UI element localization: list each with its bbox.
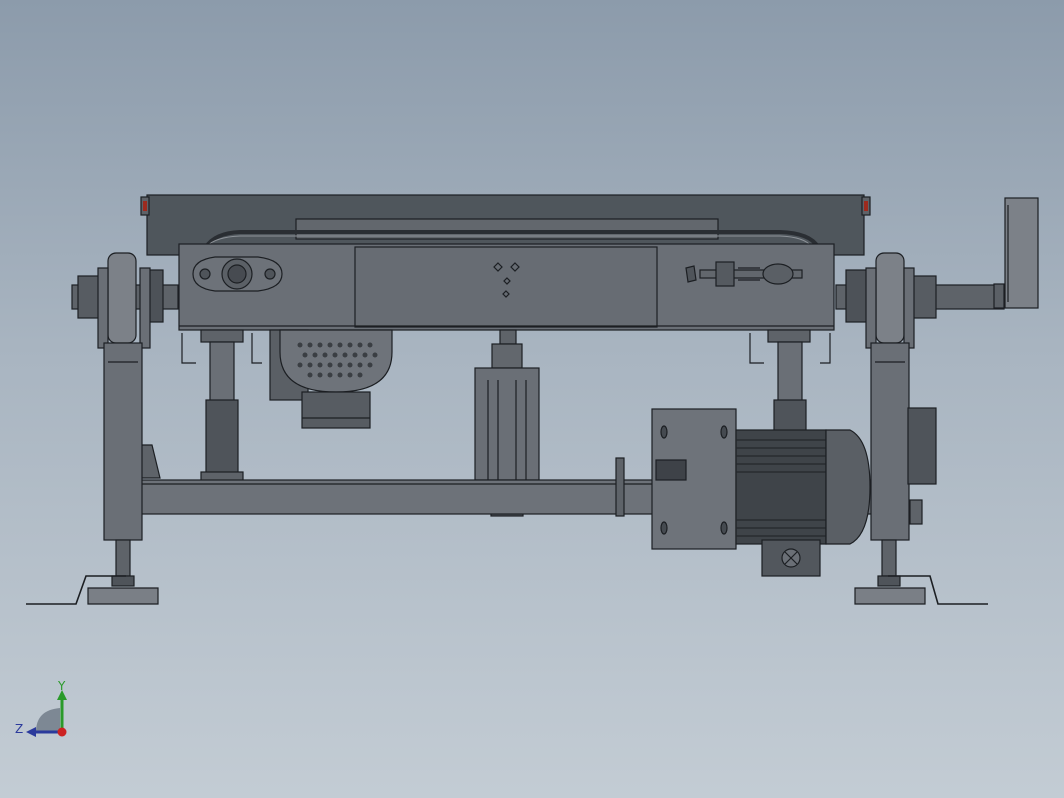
- column-clip: [251, 333, 262, 364]
- triad-plane: [36, 708, 60, 732]
- motor-body: [735, 429, 827, 545]
- right-foot-pad: [854, 587, 926, 605]
- shaft-end: [227, 264, 247, 284]
- right-collar: [911, 275, 937, 319]
- right-foot-nut: [877, 575, 901, 587]
- control-bracket: [909, 499, 923, 525]
- column-rod: [209, 341, 235, 403]
- triad-z-label: Z: [15, 722, 24, 736]
- bolt-hole-icon: [264, 268, 276, 280]
- right-hub: [845, 269, 869, 323]
- right-bracket: [865, 267, 877, 349]
- control-box: [907, 407, 937, 485]
- hex-nut-icon: [685, 265, 697, 283]
- bolt-hole-icon: [199, 268, 211, 280]
- left-roller-assembly[interactable]: [71, 252, 179, 349]
- slot-hole-icon: [720, 425, 728, 439]
- motor-end-cap: [825, 429, 871, 545]
- right-wheel: [875, 252, 905, 344]
- x-axis-dot-icon: [57, 727, 67, 737]
- left-bracket: [139, 267, 151, 349]
- cad-model[interactable]: [0, 0, 1064, 798]
- left-foot-nut: [111, 575, 135, 587]
- right-indicator: [864, 201, 868, 211]
- housing-panel: [354, 246, 658, 328]
- flange-bearing[interactable]: [192, 256, 283, 292]
- left-gusset: [139, 444, 161, 479]
- slot-hole-icon: [660, 521, 668, 535]
- motor-fan-cover: [279, 329, 393, 393]
- triad-y-label: Y: [58, 679, 66, 693]
- column-cylinder: [205, 399, 239, 475]
- column-top-plate: [767, 329, 811, 343]
- column-clip: [181, 333, 196, 364]
- right-bracket: [903, 267, 915, 349]
- left-leg[interactable]: [26, 342, 159, 605]
- handwheel-nut: [993, 283, 1005, 309]
- left-foot-screw: [115, 539, 131, 577]
- coupling: [655, 459, 687, 481]
- slot-hole-icon: [720, 521, 728, 535]
- z-arrowhead-icon: [26, 727, 36, 737]
- right-foot-screw: [881, 539, 897, 577]
- gear-motor[interactable]: [269, 329, 393, 429]
- column-top-plate: [200, 329, 244, 343]
- left-collar: [77, 275, 101, 319]
- main-housing[interactable]: [178, 243, 835, 331]
- slot-hole-icon: [660, 425, 668, 439]
- gearbox: [301, 391, 371, 429]
- column-clip: [749, 333, 764, 364]
- motor-shaft-end: [615, 457, 625, 517]
- left-bracket: [97, 267, 109, 349]
- left-indicator: [143, 201, 147, 211]
- right-roller-assembly[interactable]: [835, 197, 1039, 349]
- handwheel[interactable]: [1004, 197, 1039, 309]
- graphics-viewport[interactable]: Y Z: [0, 0, 1064, 798]
- right-post: [870, 342, 910, 541]
- coordinate-triad[interactable]: [14, 680, 94, 750]
- column-rod: [777, 341, 803, 403]
- left-post: [103, 342, 143, 541]
- column-clip: [820, 333, 831, 364]
- cylinder-clevis: [491, 343, 523, 369]
- cylinder-body: [474, 367, 540, 481]
- left-lift-column[interactable]: [181, 329, 262, 483]
- tension-nut: [715, 261, 735, 287]
- tension-spring: [762, 263, 794, 285]
- cylinder-rod-end: [499, 329, 517, 345]
- left-wheel: [107, 252, 137, 344]
- left-foot-pad: [87, 587, 159, 605]
